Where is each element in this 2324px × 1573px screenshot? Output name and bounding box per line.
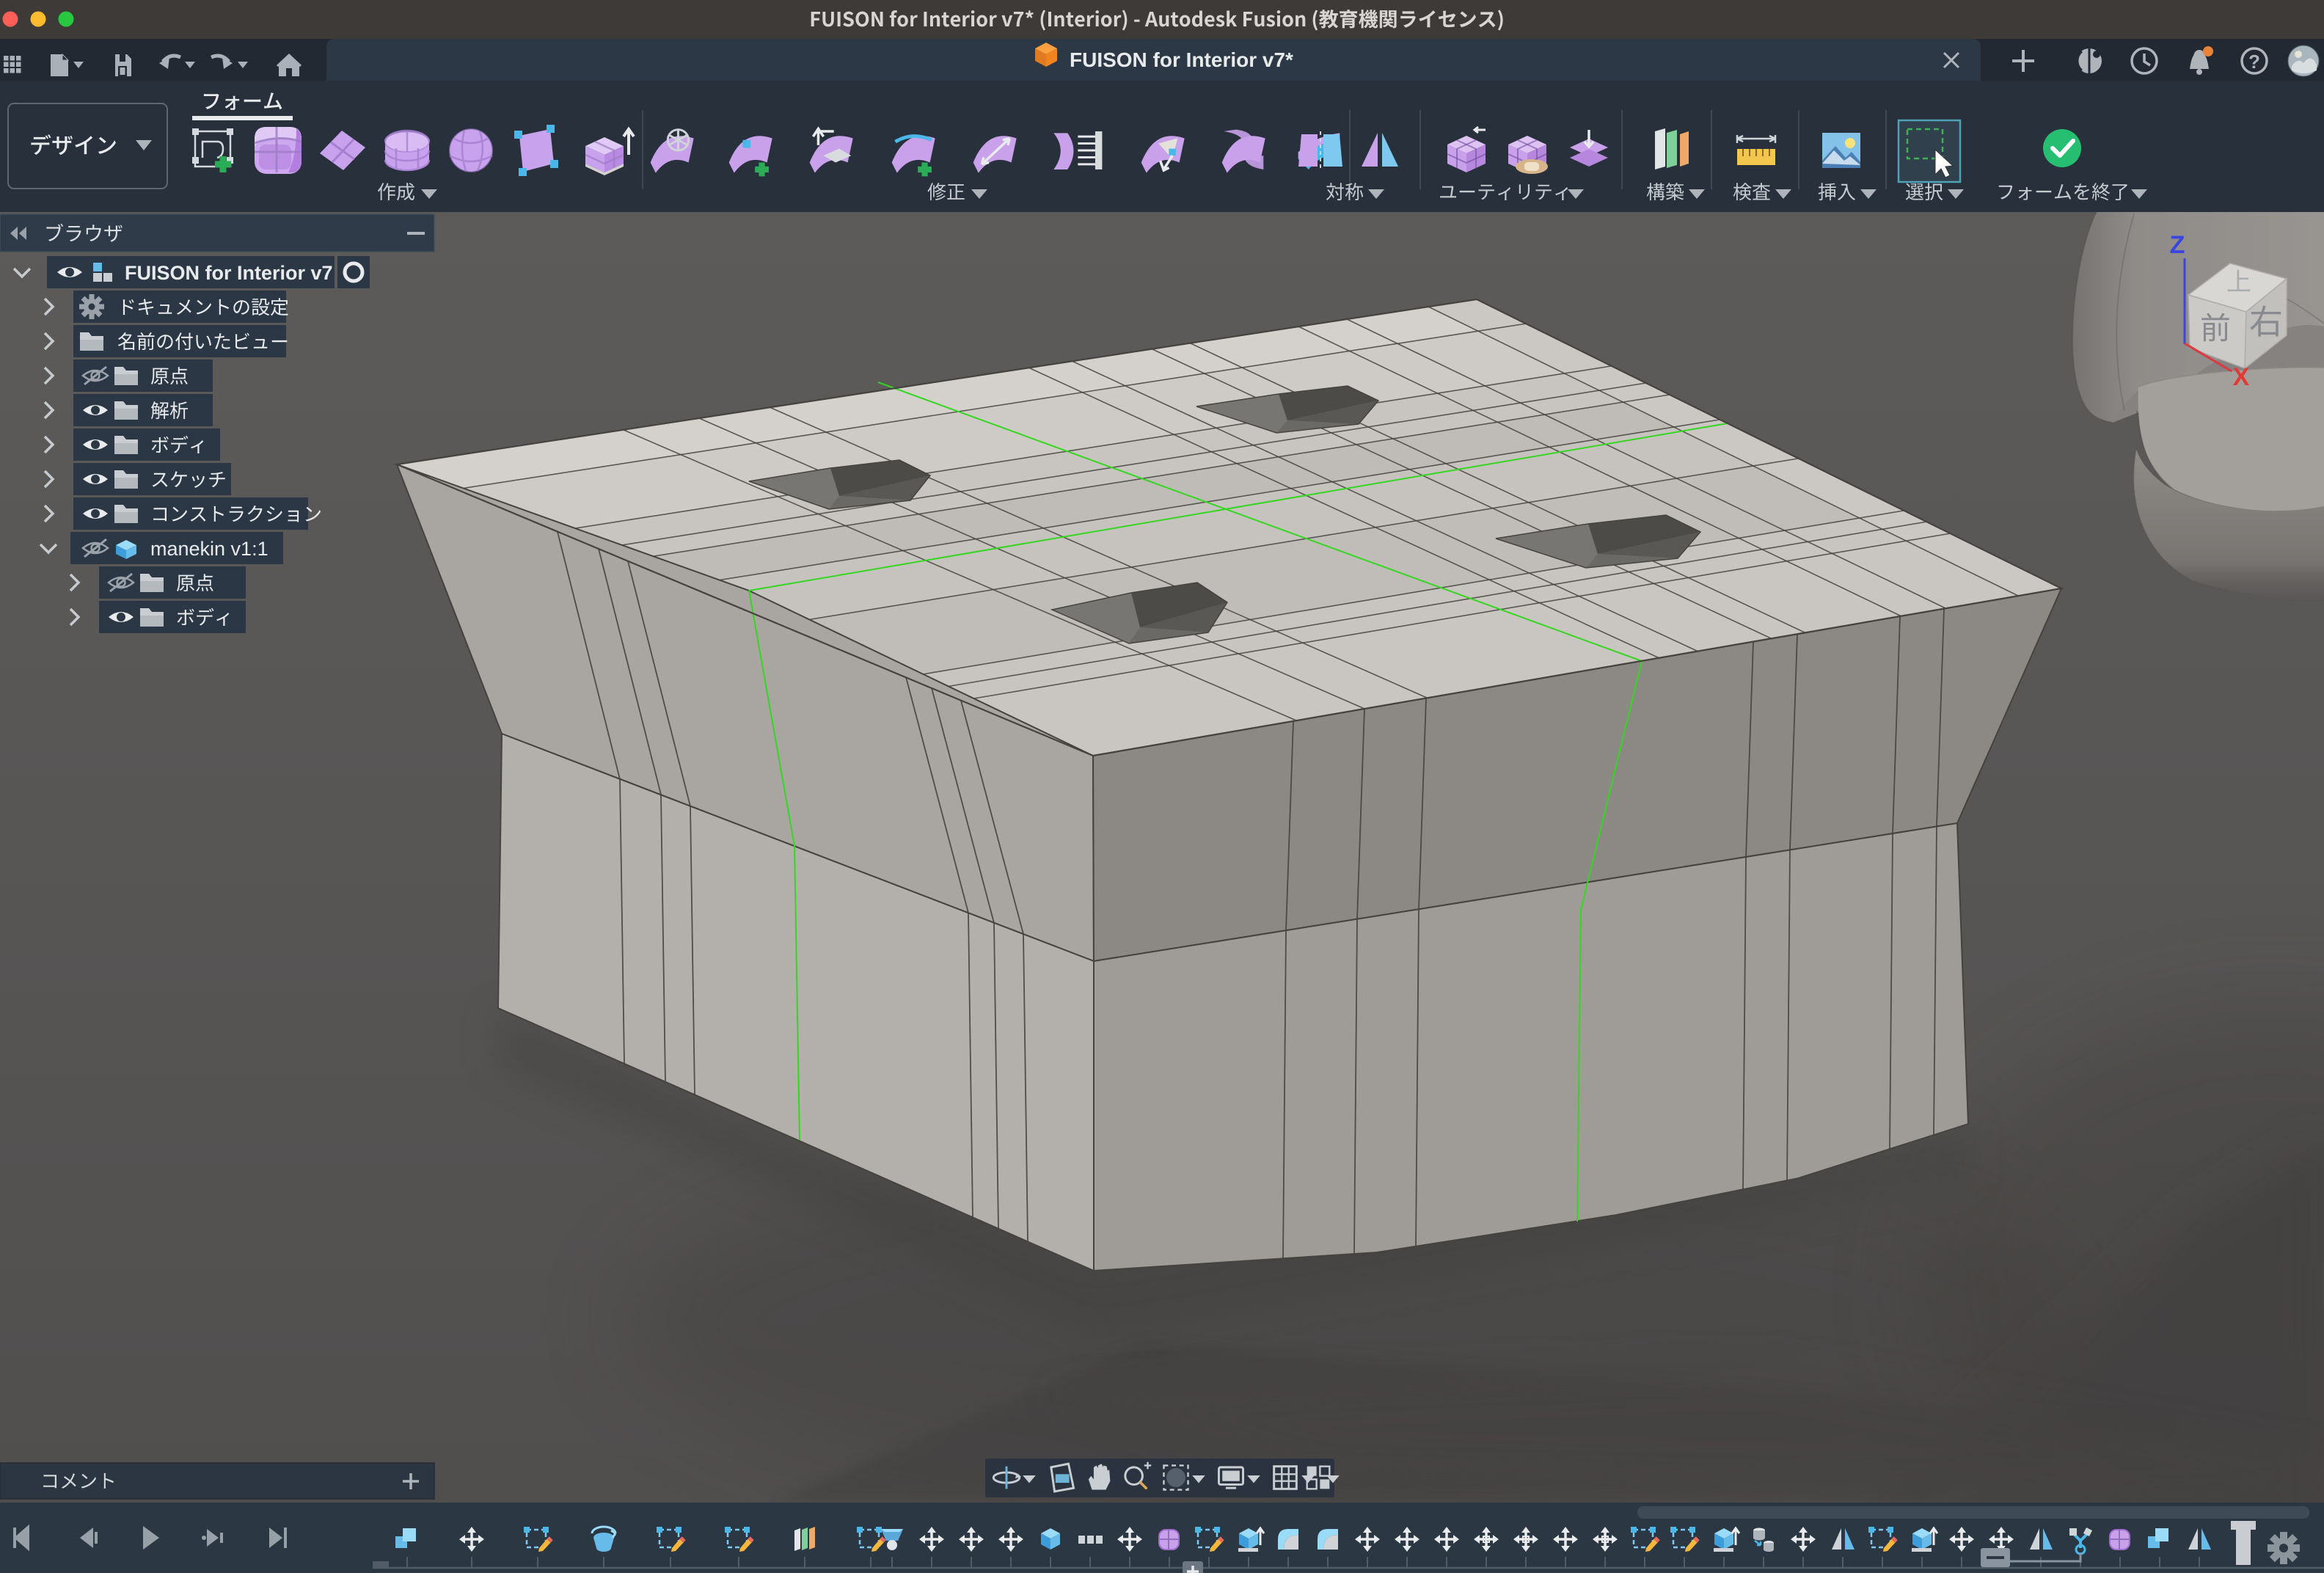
svg-text:FUISON for Interior v7*: FUISON for Interior v7* <box>1070 48 1293 71</box>
svg-text:Z: Z <box>2170 231 2185 259</box>
svg-text:FUISON for Interior v7: FUISON for Interior v7 <box>125 262 333 284</box>
svg-text:X: X <box>2233 363 2250 391</box>
svg-text:manekin v1:1: manekin v1:1 <box>150 538 268 560</box>
svg-text:?: ? <box>2248 51 2260 73</box>
